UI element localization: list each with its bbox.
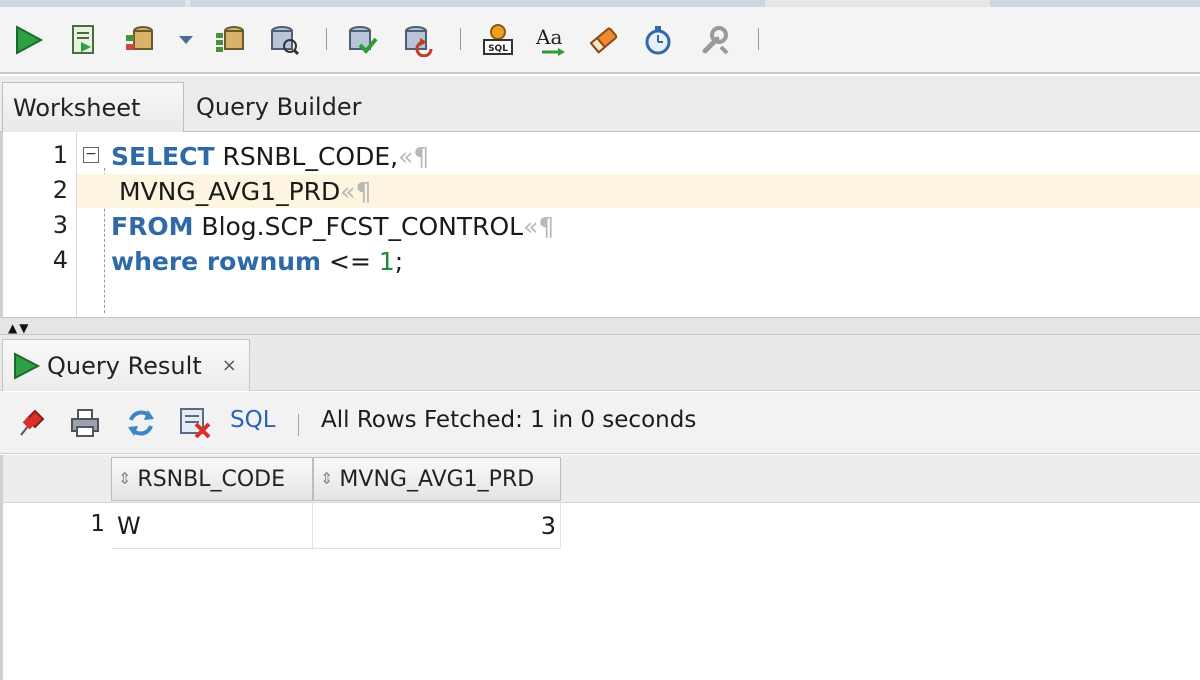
tab-query-builder[interactable]: Query Builder <box>186 82 376 132</box>
toolbar-separator <box>326 28 327 50</box>
result-tab-bar: Query Result × <box>0 335 1200 391</box>
case-format-icon[interactable]: Aa <box>532 20 572 60</box>
result-grid: ⇕ RSNBL_CODE ⇕ MVNG_AVG1_PRD 1 W 3 <box>0 455 1200 680</box>
print-icon[interactable] <box>66 404 104 442</box>
window-top-strip-segment <box>0 0 185 7</box>
explain-plan-icon[interactable] <box>210 20 250 60</box>
sort-icon: ⇕ <box>118 469 132 488</box>
timer-icon[interactable] <box>638 20 678 60</box>
pin-icon[interactable] <box>12 404 50 442</box>
window-top-strip <box>0 0 1200 7</box>
code-text: RSNBL_CODE, <box>214 141 399 171</box>
column-header-label: MVNG_AVG1_PRD <box>339 466 535 492</box>
table-cell[interactable]: 3 <box>313 503 561 549</box>
tab-query-result[interactable]: Query Result × <box>2 339 250 391</box>
sql-keyword: where <box>111 246 199 276</box>
svg-text:SQL: SQL <box>488 44 508 54</box>
sql-editor[interactable]: 1 2 3 4 − SELECT RSNBL_CODE, «¶ MVNG_AVG1… <box>0 132 1200 317</box>
fetch-status: All Rows Fetched: 1 in 0 seconds <box>321 407 697 433</box>
sql-keyword: SELECT <box>111 141 215 171</box>
formatting-mark: «¶ <box>340 176 372 206</box>
run-result-icon <box>14 351 41 380</box>
code-line[interactable]: SELECT RSNBL_CODE, «¶ <box>111 139 429 173</box>
svg-text:Aa: Aa <box>535 25 562 49</box>
formatting-mark: «¶ <box>523 211 555 241</box>
sql-keyword: rownum <box>198 246 322 276</box>
tab-query-result-label: Query Result <box>47 351 202 380</box>
close-icon[interactable]: × <box>222 355 237 376</box>
splitter-arrows-icon[interactable]: ▲▼ <box>8 321 30 335</box>
line-number: 1 <box>52 141 68 169</box>
editor-tab-bar: Worksheet Query Builder <box>0 76 1200 132</box>
rollback-icon[interactable] <box>398 20 438 60</box>
collapse-fold-icon[interactable]: − <box>83 147 99 163</box>
window-top-strip-segment <box>990 0 1200 7</box>
code-text: ; <box>394 246 404 276</box>
code-line[interactable]: FROM Blog.SCP_FCST_CONTROL «¶ <box>111 209 554 243</box>
panel-splitter[interactable]: ▲▼ <box>0 317 1200 335</box>
code-operator: <= <box>321 246 379 276</box>
row-number: 1 <box>90 511 105 537</box>
code-line-current[interactable]: MVNG_AVG1_PRD «¶ <box>77 174 1200 208</box>
column-header-mvng-avg1-prd[interactable]: ⇕ MVNG_AVG1_PRD <box>313 457 561 501</box>
clear-icon[interactable] <box>584 20 624 60</box>
dropdown-icon[interactable] <box>166 20 206 60</box>
sql-link[interactable]: SQL <box>230 407 276 433</box>
sql-keyword: FROM <box>111 211 194 241</box>
line-number: 2 <box>52 176 68 204</box>
toolbar-separator <box>298 414 299 436</box>
refresh-icon[interactable] <box>122 404 160 442</box>
formatting-mark: «¶ <box>398 141 430 171</box>
cancel-query-icon[interactable] <box>176 404 214 442</box>
table-cell[interactable]: W <box>111 503 313 549</box>
main-toolbar: SQL Aa <box>0 0 1200 74</box>
code-text: MVNG_AVG1_PRD <box>111 176 341 206</box>
line-number: 3 <box>52 211 68 239</box>
toolbar-separator <box>460 28 461 50</box>
tools-icon[interactable] <box>694 20 734 60</box>
result-toolbar: SQL All Rows Fetched: 1 in 0 seconds <box>0 392 1200 454</box>
line-number-gutter: 1 2 3 4 <box>3 132 77 317</box>
run-statement-icon[interactable] <box>8 20 48 60</box>
code-number: 1 <box>378 246 395 276</box>
toolbar-separator <box>758 28 759 50</box>
code-text: Blog.SCP_FCST_CONTROL <box>193 211 524 241</box>
commit-icon[interactable] <box>342 20 382 60</box>
code-line[interactable]: where rownum <= 1; <box>111 244 403 278</box>
sort-icon: ⇕ <box>320 469 334 488</box>
autotrace-icon[interactable] <box>120 20 160 60</box>
column-header-label: RSNBL_CODE <box>137 466 285 492</box>
sql-tuning-icon[interactable] <box>264 20 304 60</box>
line-number: 4 <box>52 246 68 274</box>
sql-history-icon[interactable]: SQL <box>478 20 518 60</box>
run-script-icon[interactable] <box>64 20 104 60</box>
column-header-rsnbl-code[interactable]: ⇕ RSNBL_CODE <box>111 457 313 501</box>
window-top-strip-segment <box>190 0 765 7</box>
tab-worksheet[interactable]: Worksheet <box>2 82 184 132</box>
